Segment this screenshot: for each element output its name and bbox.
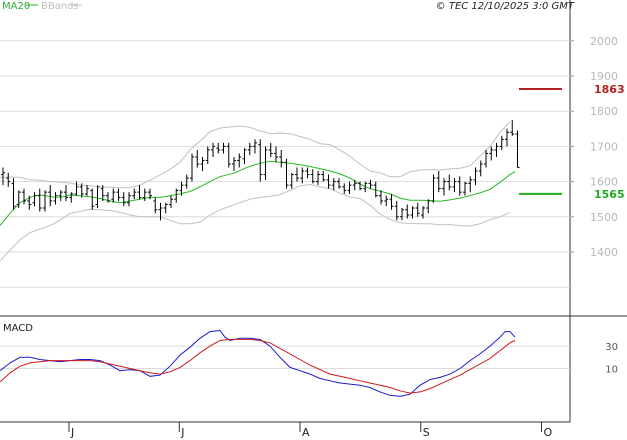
price-tick-label: 1400 [590,246,618,259]
chart-canvas: 1400 1500 1600 1700 1800 1900 2000 1863 1565 10… [0,0,627,439]
copyright-stamp: © TEC 12/10/2025 3:0 GMT [436,1,575,12]
price-axis-ticks: 1400 1500 1600 1700 1800 1900 2000 [570,35,618,259]
price-marker-label: 1863 [594,83,625,96]
macd-grid [0,345,570,369]
macd-tick-label: 10 [605,364,618,375]
price-tick-label: 2000 [590,35,618,48]
macd-panel-title: MACD [3,323,33,334]
macd-tick-label: 30 [605,342,618,353]
stock-chart: 1400 1500 1600 1700 1800 1900 2000 1863 1565 10… [0,0,627,440]
macd-lines [0,329,516,397]
price-tick-label: 1700 [590,140,618,153]
price-tick-label: 1600 [590,176,618,189]
month-axis: JJASO [68,422,553,439]
month-label: O [544,426,553,439]
macd-signal-line [0,338,516,394]
price-tick-label: 1500 [590,211,618,224]
month-label: A [302,426,310,439]
month-label: S [423,426,430,439]
price-tick-label: 1800 [590,105,618,118]
month-label: J [70,426,74,439]
price-marker-label: 1565 [594,188,625,201]
price-tick-label: 1900 [590,70,618,83]
month-label: J [180,426,184,439]
macd-axis-ticks: 10 30 [605,342,618,375]
legend-bbands-label: BBands [41,1,79,12]
price-panel-frame [0,0,570,316]
legend-ma20-label: MA20 [2,1,30,12]
